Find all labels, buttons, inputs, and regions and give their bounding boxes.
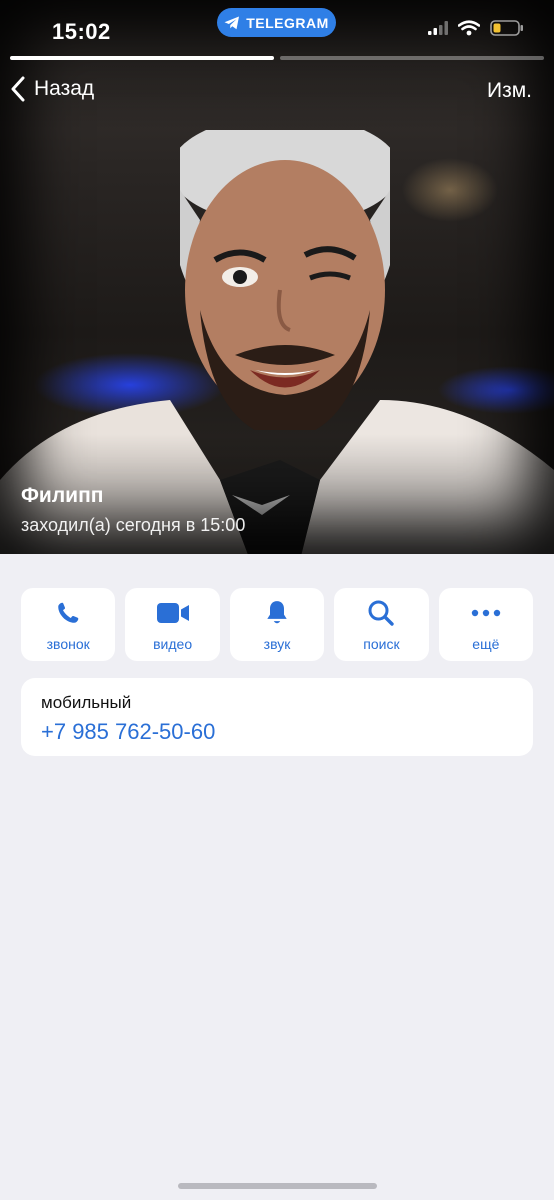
telegram-pill-label: TELEGRAM xyxy=(246,14,329,31)
photo-progress-segment-active xyxy=(10,56,274,60)
more-label: ещё xyxy=(472,635,500,652)
photo-face-shape xyxy=(180,130,390,430)
contact-name: Филипп xyxy=(21,484,104,507)
cellular-signal-icon xyxy=(428,21,448,35)
contact-profile-screen: 15:02 TELEGRAM Назад Изм. Филипп заходил… xyxy=(0,0,554,1200)
phone-icon xyxy=(58,602,79,623)
photo-progress-bar xyxy=(10,56,544,60)
more-button[interactable]: ещё xyxy=(438,588,534,661)
call-label: звонок xyxy=(46,635,90,652)
video-camera-icon xyxy=(156,602,189,623)
video-label: видео xyxy=(153,635,193,652)
status-icons xyxy=(428,20,524,36)
photo-progress-segment xyxy=(280,56,544,60)
search-label: поиск xyxy=(363,635,400,652)
phone-type-label: мобильный xyxy=(41,693,132,712)
edit-button[interactable]: Изм. xyxy=(487,79,532,103)
back-button[interactable]: Назад xyxy=(10,76,94,102)
call-button[interactable]: звонок xyxy=(21,588,116,661)
phone-info-card[interactable]: мобильный +7 985 762-50-60 xyxy=(21,678,533,756)
search-icon xyxy=(368,600,395,626)
home-indicator[interactable] xyxy=(178,1183,377,1189)
more-dots-icon xyxy=(471,609,501,616)
video-button[interactable]: видео xyxy=(125,588,220,661)
bell-icon xyxy=(267,600,287,623)
back-label: Назад xyxy=(34,77,95,100)
sound-label: звук xyxy=(263,635,291,652)
sound-button[interactable]: звук xyxy=(229,588,325,661)
action-buttons-row: звонок видео звук поиск ещё xyxy=(21,588,534,661)
status-time: 15:02 xyxy=(52,19,111,44)
battery-icon xyxy=(490,20,523,36)
phone-number-link[interactable]: +7 985 762-50-60 xyxy=(41,719,513,745)
chevron-left-icon xyxy=(11,76,25,102)
last-seen-status: заходил(а) сегодня в 15:00 xyxy=(21,515,246,535)
wifi-icon xyxy=(458,20,480,36)
telegram-plane-icon xyxy=(224,16,240,29)
telegram-return-pill[interactable]: TELEGRAM xyxy=(217,8,336,37)
search-button[interactable]: поиск xyxy=(334,588,429,661)
